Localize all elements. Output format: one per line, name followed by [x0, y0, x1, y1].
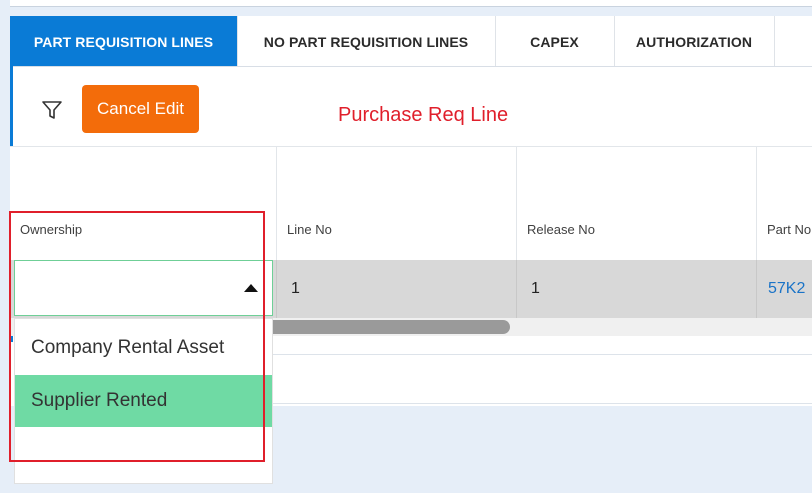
- tab-authorization[interactable]: AUTHORIZATION: [614, 16, 775, 66]
- cancel-edit-button[interactable]: Cancel Edit: [82, 85, 199, 133]
- column-header-release-no[interactable]: Release No: [517, 147, 757, 261]
- column-header-label: Release No: [527, 222, 595, 237]
- column-header-line-no[interactable]: Line No: [277, 147, 517, 261]
- tab-capex[interactable]: CAPEX: [495, 16, 615, 66]
- filter-icon[interactable]: [40, 98, 64, 122]
- annotation-purchase-req-line: Purchase Req Line: [338, 104, 509, 126]
- column-header-ownership[interactable]: Ownership: [10, 147, 277, 261]
- cell-release-no[interactable]: 1: [517, 260, 757, 318]
- caret-up-icon[interactable]: [244, 284, 258, 292]
- column-header-part-no[interactable]: Part No: [757, 147, 812, 261]
- option-company-rental-asset[interactable]: Company Rental Asset: [15, 322, 272, 374]
- column-header-label: Line No: [287, 222, 332, 237]
- cell-line-no[interactable]: 1: [277, 260, 517, 318]
- top-bar: [10, 0, 812, 7]
- ownership-dropdown-list: Company Rental Asset Supplier Rented: [14, 318, 273, 484]
- ownership-select[interactable]: [14, 260, 273, 316]
- column-header-label: Ownership: [20, 222, 83, 237]
- option-supplier-rented[interactable]: Supplier Rented: [15, 375, 272, 427]
- cell-part-no-link[interactable]: 57K2: [757, 260, 812, 318]
- column-header-label: Part No: [767, 222, 812, 237]
- tab-part-requisition-lines[interactable]: PART REQUISITION LINES: [10, 16, 238, 66]
- scrollbar-thumb[interactable]: [256, 320, 510, 334]
- grid-footer: [264, 354, 812, 404]
- tab-bar: PART REQUISITION LINES NO PART REQUISITI…: [10, 16, 812, 67]
- grid-header-row: Ownership Line No Release No Part No: [10, 146, 812, 262]
- tab-no-part-requisition-lines[interactable]: NO PART REQUISITION LINES: [237, 16, 496, 66]
